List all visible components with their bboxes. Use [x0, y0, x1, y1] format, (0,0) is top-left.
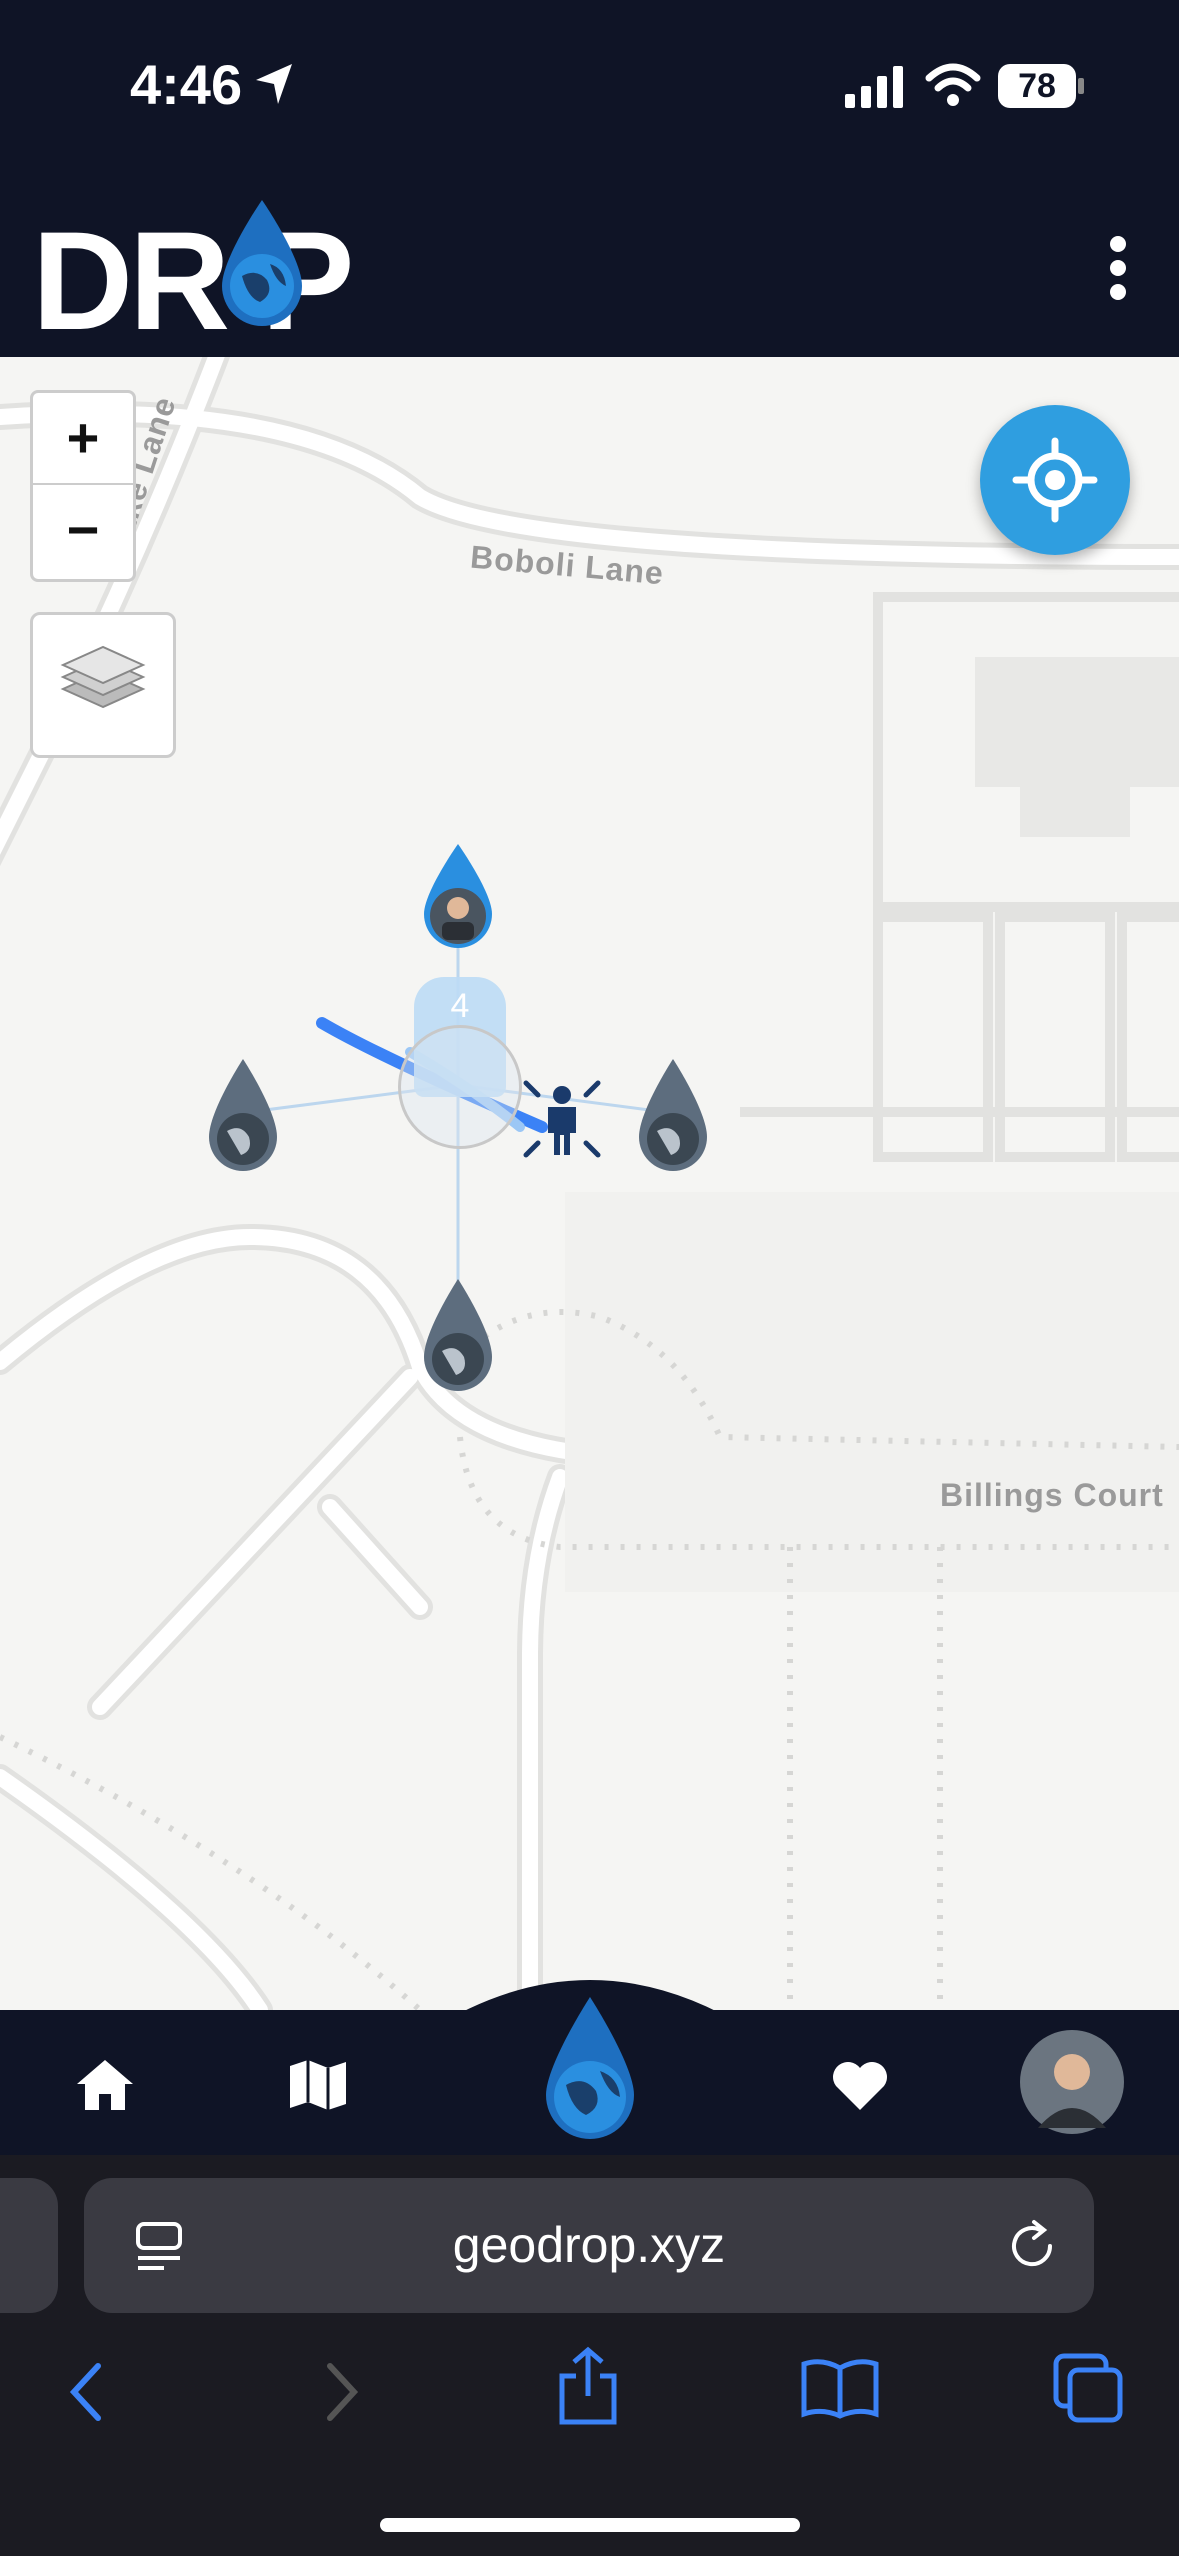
reload-icon[interactable] — [1004, 2218, 1060, 2274]
tabs-icon[interactable] — [1052, 2352, 1124, 2424]
signal-icon — [845, 66, 903, 108]
zoom-in-button[interactable]: + — [33, 393, 133, 485]
bookmarks-icon[interactable] — [800, 2356, 880, 2420]
battery-tip — [1078, 78, 1084, 94]
map-view[interactable]: Boboli Lane Billings Court slake Lane 4 — [0, 357, 1179, 2010]
drop-center-button[interactable] — [540, 1995, 640, 2145]
wifi-icon — [925, 63, 981, 106]
more-menu-icon[interactable] — [1100, 236, 1136, 300]
url-text: geodrop.xyz — [452, 2217, 726, 2273]
map-icon[interactable] — [288, 2058, 348, 2112]
forward-icon[interactable] — [322, 2360, 362, 2424]
map-roads — [0, 357, 1179, 2010]
back-icon[interactable] — [66, 2360, 106, 2424]
user-photo-drop-marker[interactable] — [420, 842, 496, 952]
cluster-ring — [398, 1025, 522, 1149]
locate-me-button[interactable] — [980, 405, 1130, 555]
zoom-out-button[interactable]: − — [33, 485, 133, 575]
status-time: 4:46 — [130, 53, 243, 116]
zoom-control: + − — [30, 390, 136, 582]
globe-drop-marker-right[interactable] — [635, 1057, 711, 1177]
globe-drop-logo-icon — [222, 200, 302, 326]
battery-indicator: 78 — [998, 64, 1076, 108]
heart-icon[interactable] — [830, 2060, 890, 2112]
layers-button[interactable] — [30, 612, 176, 758]
previous-tab-pill[interactable] — [0, 2178, 58, 2313]
street-label-billings-court: Billings Court — [940, 1477, 1164, 1513]
share-icon[interactable] — [556, 2346, 620, 2426]
crosshair-icon — [1012, 437, 1098, 523]
layers-icon — [60, 645, 146, 709]
profile-avatar[interactable] — [1018, 2028, 1126, 2136]
globe-drop-marker-left[interactable] — [205, 1057, 281, 1177]
home-indicator — [380, 2518, 800, 2532]
user-location-icon — [523, 1080, 601, 1158]
cluster-count: 4 — [450, 987, 470, 1025]
home-icon[interactable] — [75, 2056, 135, 2112]
address-bar[interactable]: geodrop.xyz — [84, 2178, 1094, 2313]
globe-drop-marker-bottom[interactable] — [420, 1277, 496, 1397]
location-arrow-icon — [256, 64, 292, 104]
